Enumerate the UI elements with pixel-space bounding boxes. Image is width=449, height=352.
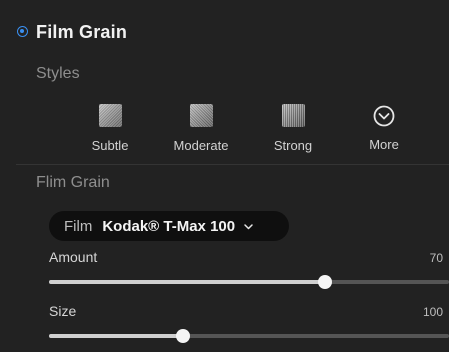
panel-title: Film Grain [36,22,128,42]
amount-value: 70 [429,251,443,265]
style-label: Strong [273,138,313,153]
size-value: 100 [422,305,443,319]
panel-enable-radio[interactable] [17,26,28,37]
style-label: More [369,137,399,152]
styles-heading: Styles [36,65,80,82]
film-type-dropdown[interactable]: Film Kodak® T-Max 100 [49,211,289,241]
film-select-value: Kodak® T-Max 100 [102,217,236,235]
grain-heading: Flim Grain [36,174,110,191]
film-select-prefix: Film [64,217,93,235]
section-divider [16,164,449,165]
size-slider-handle[interactable] [176,329,190,343]
film-grain-panel: Film Grain Styles Subtle Moderate Strong… [0,0,449,352]
size-slider-fill [49,334,183,338]
amount-slider[interactable] [49,275,449,289]
chevron-down-icon [244,223,253,229]
grain-thumbnail-icon [281,104,305,127]
chevron-circle-down-icon [373,105,395,127]
size-slider[interactable] [49,329,449,343]
amount-label: Amount [49,249,98,265]
styles-row: Subtle Moderate Strong More [0,104,449,156]
style-label: Subtle [91,138,129,153]
style-label: Moderate [173,138,229,153]
amount-slider-handle[interactable] [318,275,332,289]
amount-slider-fill [49,280,325,284]
style-subtle-button[interactable]: Subtle [70,104,150,153]
style-more-button[interactable]: More [344,104,424,152]
grain-thumbnail-icon [189,104,213,127]
grain-thumbnail-icon [98,104,122,127]
size-label: Size [49,303,77,319]
style-moderate-button[interactable]: Moderate [161,104,241,153]
style-strong-button[interactable]: Strong [253,104,333,153]
panel-header[interactable]: Film Grain [0,0,449,52]
